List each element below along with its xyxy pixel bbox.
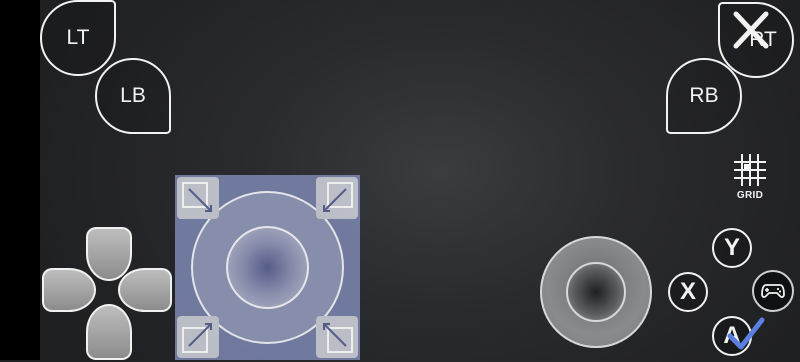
- lb-button[interactable]: LB: [95, 58, 171, 134]
- rb-button[interactable]: RB: [666, 58, 742, 134]
- rb-label: RB: [689, 84, 719, 107]
- grid-label: GRID: [736, 190, 764, 201]
- y-button[interactable]: Y: [712, 228, 752, 268]
- resize-arrow-icon: [182, 182, 212, 212]
- resize-arrow-icon: [323, 323, 353, 353]
- left-black-strip: [0, 0, 40, 360]
- check-icon[interactable]: [724, 312, 768, 356]
- dpad-right[interactable]: [118, 268, 172, 312]
- x-button[interactable]: X: [668, 272, 708, 312]
- dpad-up[interactable]: [86, 227, 132, 281]
- grid-icon: [734, 154, 766, 186]
- resize-arrow-icon: [323, 182, 353, 212]
- resize-handle-bottom-left[interactable]: [177, 316, 219, 358]
- resize-handle-bottom-right[interactable]: [316, 316, 358, 358]
- y-label: Y: [723, 234, 740, 261]
- gamepad-icon: [761, 284, 785, 298]
- left-stick-edit-panel[interactable]: [175, 175, 360, 360]
- resize-handle-top-left[interactable]: [177, 177, 219, 219]
- dpad-left[interactable]: [42, 268, 96, 312]
- close-icon[interactable]: [728, 8, 772, 52]
- dpad-down[interactable]: [86, 304, 132, 360]
- resize-arrow-icon: [182, 323, 212, 353]
- lb-label: LB: [120, 84, 146, 107]
- gamepad-toggle-button[interactable]: [752, 270, 794, 312]
- lt-label: LT: [66, 26, 90, 49]
- lt-button[interactable]: LT: [40, 0, 116, 76]
- grid-button[interactable]: GRID: [728, 150, 772, 210]
- x-label: X: [679, 278, 696, 305]
- right-stick-knob[interactable]: [566, 262, 626, 322]
- resize-handle-top-right[interactable]: [316, 177, 358, 219]
- left-stick-knob[interactable]: [226, 226, 309, 309]
